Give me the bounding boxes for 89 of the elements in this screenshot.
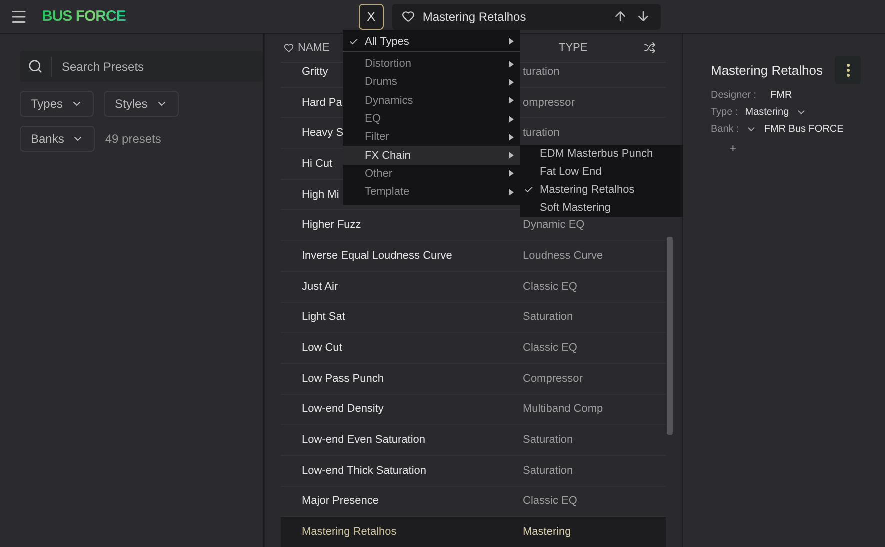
menu-item[interactable]: Other <box>343 164 520 184</box>
preset-type: turation <box>523 66 560 78</box>
preset-type: Multiband Comp <box>523 403 604 416</box>
submenu-arrow-icon <box>509 116 514 123</box>
preset-name: Just Air <box>302 280 338 293</box>
more-button[interactable] <box>835 56 861 84</box>
preset-row[interactable]: Inverse Equal Loudness Curve Loudness Curve <box>281 241 666 272</box>
scrollbar[interactable] <box>667 237 673 435</box>
heart-icon[interactable] <box>402 10 415 23</box>
preset-row[interactable]: Just Air Classic EQ <box>281 272 666 302</box>
submenu-item[interactable]: Fat Low End <box>520 163 683 181</box>
preset-name: Mastering Retalhos <box>302 526 397 538</box>
preset-row[interactable]: Low Pass Punch Compressor <box>281 364 666 395</box>
menu-item[interactable]: FX Chain <box>343 146 520 165</box>
submenu-arrow-icon <box>509 60 514 68</box>
add-button[interactable]: + <box>730 143 885 155</box>
submenu-arrow-icon <box>509 134 514 141</box>
submenu-arrow-icon <box>509 97 514 104</box>
preset-row[interactable]: Low-end Even Saturation Saturation <box>281 425 666 456</box>
submenu-arrow-icon <box>509 78 514 86</box>
preset-name: Heavy S <box>302 127 344 140</box>
preset-row[interactable]: Light Sat Saturation <box>281 302 666 334</box>
preset-row[interactable]: Low-end Density Multiband Comp <box>281 394 666 426</box>
arrow-down-icon[interactable] <box>636 9 651 24</box>
menu-item[interactable]: Drums <box>343 73 520 92</box>
preset-name: High Mi <box>302 188 340 201</box>
preset-name: Inverse Equal Loudness Curve <box>302 250 452 262</box>
preset-type: Saturation <box>523 434 574 446</box>
menu-item[interactable]: Template <box>343 183 520 202</box>
preset-name: Low Pass Punch <box>302 372 384 385</box>
more-icon <box>846 64 850 76</box>
close-button[interactable]: X <box>358 4 384 30</box>
preset-name: Low-end Thick Saturation <box>302 464 427 477</box>
menu-item[interactable]: Dynamics <box>343 92 520 110</box>
menu-item[interactable]: Filter <box>343 128 520 146</box>
preset-title: Mastering Retalhos <box>711 62 823 78</box>
check-icon <box>524 185 534 195</box>
preset-type: Compressor <box>523 372 583 385</box>
preset-count: 49 presets <box>105 132 162 146</box>
search-bar[interactable]: Search Presets <box>20 51 263 82</box>
search-icon <box>28 59 43 74</box>
preset-name: Higher Fuzz <box>302 219 362 232</box>
filter-dropdown[interactable]: Banks <box>20 126 96 152</box>
submenu-arrow-icon <box>509 152 514 160</box>
preset-name: Hard Pa <box>302 96 342 109</box>
filter-dropdown[interactable]: Styles <box>104 91 179 117</box>
preset-row[interactable]: Low Cut Classic EQ <box>281 333 666 364</box>
submenu-item[interactable]: EDM Masterbus Punch <box>520 145 683 163</box>
bank-label: Bank : <box>711 124 740 135</box>
check-icon <box>349 36 359 46</box>
type-value[interactable]: Mastering <box>745 107 790 118</box>
submenu-arrow-icon <box>509 188 514 196</box>
heart-icon[interactable] <box>284 43 294 53</box>
preset-name: Gritty <box>302 66 328 78</box>
preset-type: Saturation <box>523 464 574 477</box>
preset-name: Mastering Retalhos <box>422 10 528 24</box>
column-header[interactable]: TYPE <box>559 42 588 54</box>
filter-dropdown[interactable]: Types <box>20 91 94 117</box>
preset-type: Saturation <box>523 311 574 324</box>
designer-value: FMR <box>770 90 792 101</box>
preset-name: Low-end Density <box>302 403 384 416</box>
preset-name: Low-end Even Saturation <box>302 434 426 446</box>
preset-type: Dynamic EQ <box>523 219 585 232</box>
submenu-arrow-icon <box>509 170 514 178</box>
bank-value[interactable]: FMR Bus FORCE <box>764 124 844 135</box>
type-label: Type : <box>711 107 738 118</box>
designer-label: Designer : <box>711 90 757 101</box>
submenu-item[interactable]: Mastering Retalhos <box>520 181 683 199</box>
preset-row[interactable]: Low-end Thick Saturation Saturation <box>281 456 666 487</box>
preset-name: Low Cut <box>302 342 342 354</box>
submenu-arrow-icon <box>509 38 514 45</box>
menu-item[interactable]: All Types <box>343 32 520 52</box>
preset-type: Classic EQ <box>523 342 578 354</box>
menu-item[interactable]: Distortion <box>343 55 520 74</box>
preset-type: Classic EQ <box>523 495 578 508</box>
preset-name: Light Sat <box>302 311 346 324</box>
preset-type: ompressor <box>523 96 575 109</box>
preset-type: turation <box>523 127 560 140</box>
menu-item[interactable]: EQ <box>343 110 520 128</box>
preset-selector[interactable]: Mastering Retalhos <box>392 4 661 30</box>
search-input[interactable]: Search Presets <box>60 58 219 74</box>
preset-name: Hi Cut <box>302 158 333 170</box>
column-header[interactable]: NAME <box>298 42 330 54</box>
preset-type: Classic EQ <box>523 280 578 293</box>
preset-name: Major Presence <box>302 495 380 508</box>
preset-type: Loudness Curve <box>523 250 604 262</box>
preset-row[interactable]: Mastering Retalhos Mastering <box>281 517 666 547</box>
shuffle-icon[interactable] <box>644 42 656 54</box>
preset-type: Mastering <box>523 526 572 538</box>
